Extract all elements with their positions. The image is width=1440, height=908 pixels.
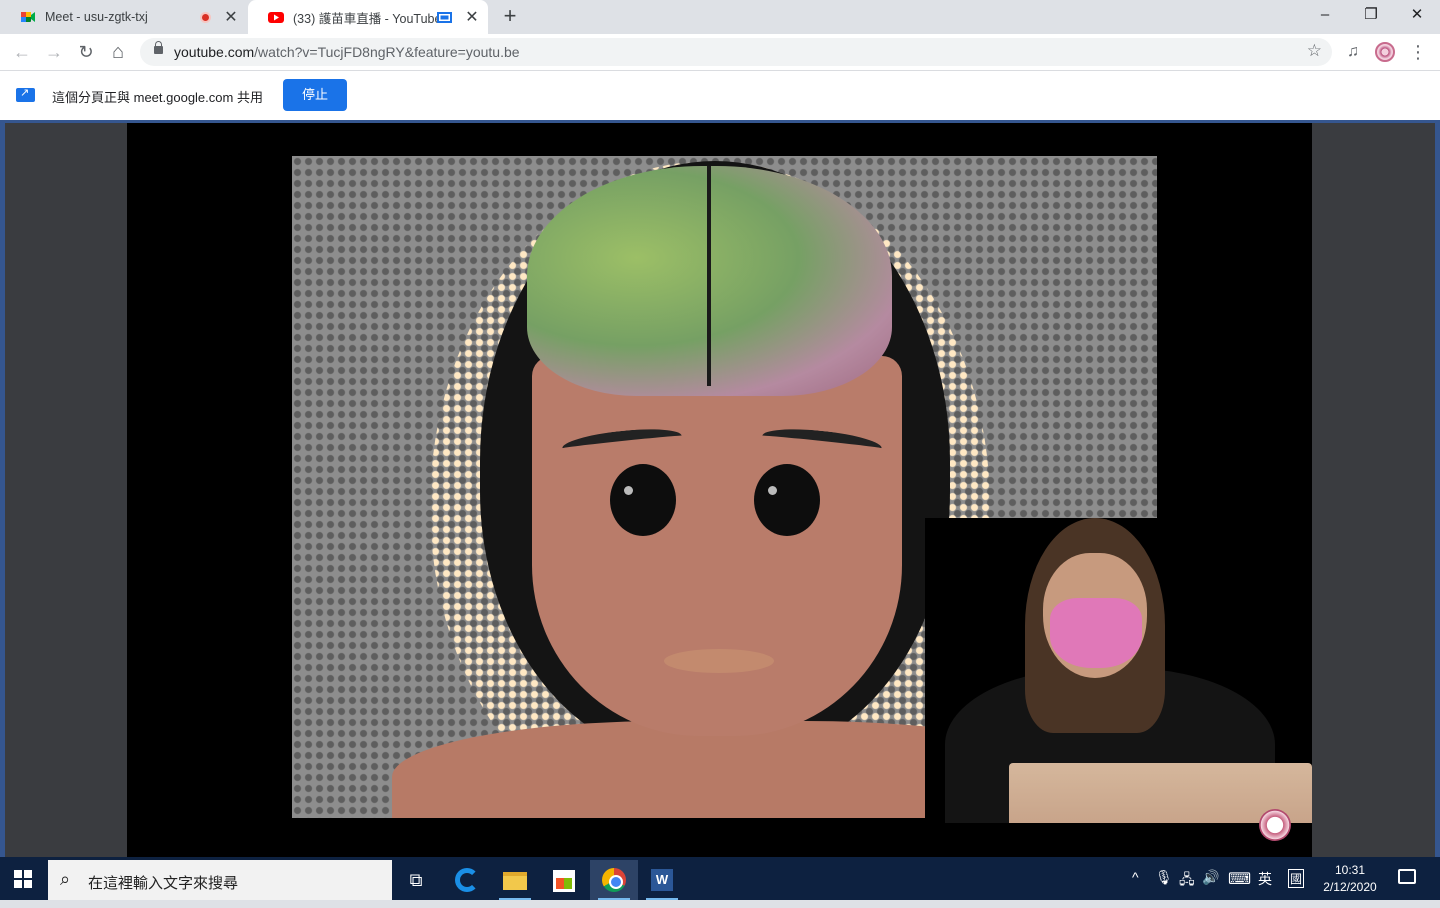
right-eye [754, 464, 820, 536]
menu-icon[interactable]: ⋮ [1406, 40, 1430, 64]
home-button[interactable]: ⌂ [105, 39, 131, 65]
tab-strip: Meet - usu-zgtk-txj ✕ (33) 護苗車直播 - YouTu… [0, 0, 1440, 34]
reload-button[interactable]: ↻ [73, 39, 99, 65]
google-meet-icon [21, 12, 35, 22]
sharing-infobar: 這個分頁正與 meet.google.com 共用 停止 [0, 70, 1440, 120]
tab-title: (33) 護苗車直播 - YouTube [293, 11, 437, 26]
edge-icon[interactable] [443, 860, 491, 900]
taskbar-search-box[interactable]: ⌕ 在這裡輸入文字來搜尋 [48, 860, 392, 900]
puppet-mouth [664, 649, 774, 673]
channel-watermark-icon[interactable] [1259, 809, 1291, 841]
forward-button[interactable]: → [41, 39, 67, 65]
keyboard-icon[interactable]: ⌨ [1228, 869, 1251, 889]
tab-close-icon[interactable]: ✕ [223, 7, 239, 27]
volume-icon[interactable]: 🔊 [1202, 869, 1219, 886]
browser-toolbar: ← → ↻ ⌂ youtube.com/watch?v=TucjFD8ngRY&… [0, 34, 1440, 70]
url-host: youtube.com [174, 44, 255, 60]
task-view-icon[interactable]: ⧉ [392, 860, 440, 900]
url-path: /watch?v=TucjFD8ngRY&feature=youtu.be [254, 44, 520, 60]
tab-sharing-icon [437, 11, 452, 23]
url-text[interactable]: youtube.com/watch?v=TucjFD8ngRY&feature=… [174, 44, 520, 60]
search-placeholder: 在這裡輸入文字來搜尋 [88, 875, 239, 892]
tab-youtube[interactable]: (33) 護苗車直播 - YouTube ✕ [248, 0, 488, 34]
profile-image [1375, 42, 1395, 62]
close-window-button[interactable]: ✕ [1394, 0, 1440, 32]
tray-overflow-icon[interactable]: ^ [1132, 869, 1139, 885]
windows-taskbar: ⌕ 在這裡輸入文字來搜尋 ⧉ W ^ 🎙 🖧 🔊 ⌨ 英 國 10:31 2/1… [0, 857, 1440, 900]
clock-date: 2/12/2020 [1323, 880, 1377, 894]
microphone-icon[interactable]: 🎙 [1155, 869, 1173, 886]
word-icon[interactable]: W [638, 860, 686, 900]
stop-sharing-button[interactable]: 停止 [283, 79, 347, 111]
page-content [0, 120, 1440, 860]
file-explorer-icon[interactable] [491, 860, 539, 900]
action-center-icon[interactable] [1398, 869, 1416, 884]
lock-icon[interactable] [154, 41, 163, 54]
brain-divider [707, 166, 711, 386]
recording-indicator-icon [200, 11, 211, 23]
screen-share-icon [16, 86, 35, 102]
media-control-icon[interactable]: ♫ [1341, 40, 1365, 64]
restore-button[interactable]: ❐ [1348, 0, 1394, 32]
minimize-button[interactable]: – [1302, 0, 1348, 32]
back-button[interactable]: ← [9, 39, 35, 65]
left-eye [610, 464, 676, 536]
video-player[interactable] [127, 123, 1312, 860]
network-icon[interactable]: 🖧 [1179, 869, 1195, 893]
youtube-icon [268, 12, 284, 23]
ime-language-indicator[interactable]: 英 [1258, 869, 1272, 889]
store-icon[interactable] [540, 860, 588, 900]
puppet-face [532, 356, 902, 736]
sharing-message: 這個分頁正與 meet.google.com 共用 [52, 90, 263, 105]
search-icon: ⌕ [60, 869, 71, 889]
tab-title: Meet - usu-zgtk-txj [45, 10, 148, 24]
tab-meet[interactable]: Meet - usu-zgtk-txj ✕ [0, 0, 247, 34]
presenter-mask [1050, 598, 1142, 668]
new-tab-button[interactable]: + [498, 4, 522, 28]
address-bar[interactable]: youtube.com/watch?v=TucjFD8ngRY&feature=… [140, 38, 1332, 66]
windows-start-icon[interactable] [14, 870, 32, 888]
ime-mode-indicator[interactable]: 國 [1288, 869, 1305, 888]
bookmark-star-icon[interactable]: ☆ [1307, 41, 1322, 61]
profile-avatar[interactable] [1373, 40, 1397, 64]
chrome-icon[interactable] [590, 860, 638, 900]
tab-close-icon[interactable]: ✕ [464, 7, 480, 27]
taskbar-clock[interactable]: 10:31 2/12/2020 [1316, 862, 1384, 896]
clock-time: 10:31 [1334, 863, 1366, 877]
